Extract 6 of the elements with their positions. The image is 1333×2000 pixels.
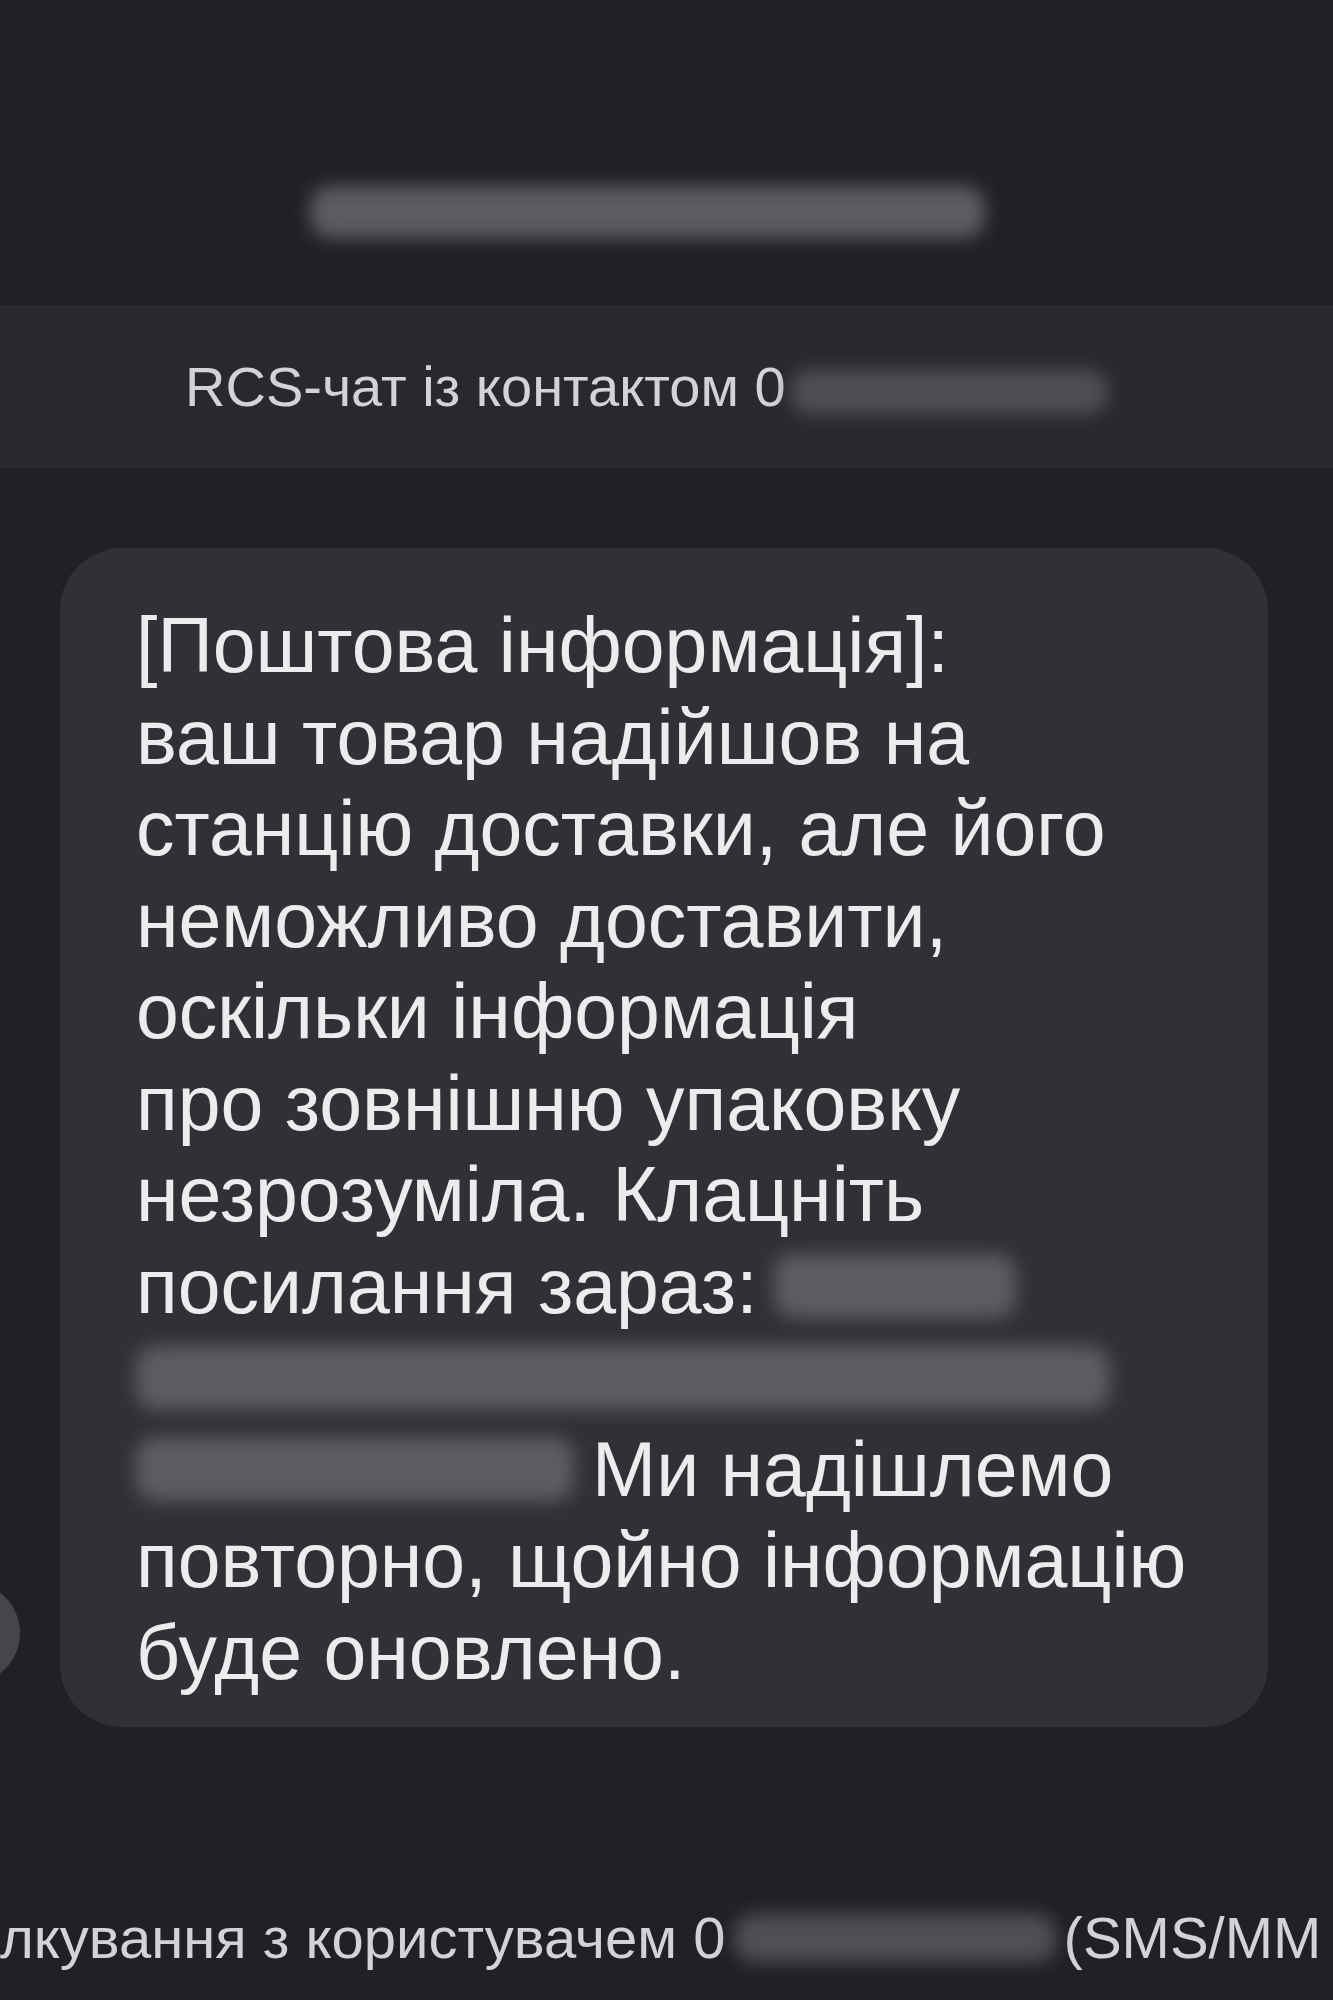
chat-type-label: (SMS/MM — [1063, 1904, 1322, 1972]
message-text: посилання зараз: — [136, 1241, 758, 1331]
message-text: повторно, щойно інформацію буде оновлено. — [136, 1516, 1187, 1697]
chat-type-label: RCS-чат із контактом 0 — [185, 353, 786, 420]
message-text: Ми надішлемо — [592, 1424, 1114, 1514]
chat-type-label: лкування з користувачем 0 — [0, 1904, 726, 1972]
